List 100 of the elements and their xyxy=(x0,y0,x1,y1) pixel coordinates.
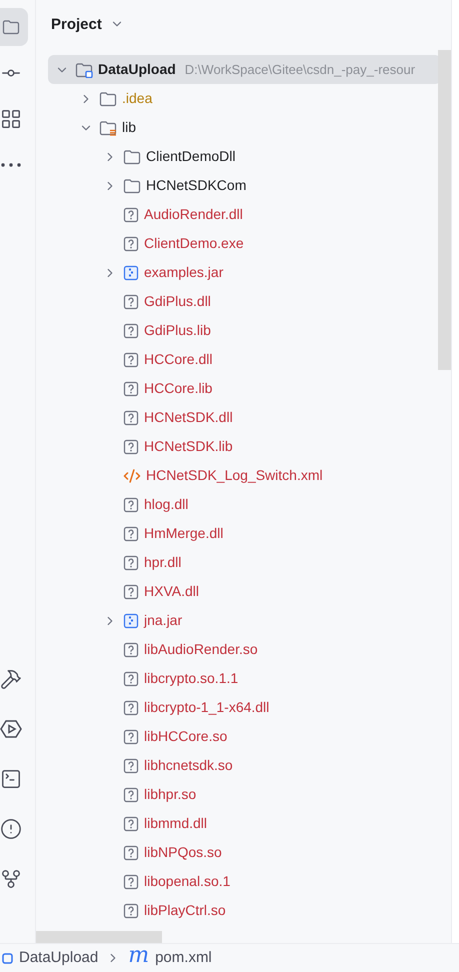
hammer-icon xyxy=(0,668,22,690)
panel-title: Project xyxy=(51,15,102,35)
unknown-file-icon xyxy=(123,526,139,542)
code-icon xyxy=(123,466,141,484)
unknown-file-icon xyxy=(123,236,139,252)
tree-row[interactable]: AudioRender.dll xyxy=(48,200,441,229)
file-name: HXVA.dll xyxy=(144,582,199,601)
folder-icon xyxy=(123,178,141,194)
unknown-file-icon xyxy=(123,816,139,832)
tree-row[interactable]: libhcnetsdk.so xyxy=(48,751,441,780)
tree-row[interactable]: hpr.dll xyxy=(48,548,441,577)
unknown-file-icon xyxy=(123,758,139,774)
folder-icon xyxy=(2,19,20,35)
tree-row[interactable]: .idea xyxy=(48,84,441,113)
tree-row[interactable]: lib xyxy=(48,113,441,142)
terminal-icon xyxy=(0,768,22,790)
tree-row[interactable]: GdiPlus.lib xyxy=(48,316,441,345)
library-folder-icon xyxy=(99,120,117,136)
unknown-file-icon xyxy=(123,410,139,426)
tree-row[interactable]: HCNetSDKCom xyxy=(48,171,441,200)
tree-row[interactable]: ClientDemoDll xyxy=(48,142,441,171)
tool-window-button[interactable] xyxy=(0,8,28,46)
scrollbar-thumb[interactable] xyxy=(438,50,451,370)
file-path: D:\WorkSpace\Gitee\csdn_-pay_-resour xyxy=(184,60,416,79)
unknown-file-icon xyxy=(123,294,139,310)
file-name: GdiPlus.lib xyxy=(144,321,211,340)
unknown-file-icon xyxy=(123,728,139,744)
file-name: ClientDemo.exe xyxy=(144,234,244,253)
archive-icon xyxy=(123,612,139,628)
unknown-file-icon xyxy=(123,844,139,860)
tree-row[interactable]: libAudioRender.so xyxy=(48,635,441,664)
tree-row[interactable]: libcrypto-1_1-x64.dll xyxy=(48,693,441,722)
file-name: HCNetSDK.lib xyxy=(144,437,233,456)
file-name: ClientDemoDll xyxy=(146,147,236,166)
unknown-file-icon xyxy=(123,786,139,802)
tree-row[interactable]: libPlayCtrl.so xyxy=(48,896,441,925)
breadcrumb[interactable]: m pom.xml xyxy=(128,946,212,970)
file-name: libhpr.so xyxy=(144,785,196,804)
tree-row[interactable]: hlog.dll xyxy=(48,490,441,519)
breadcrumb[interactable]: DataUpload xyxy=(2,946,98,970)
file-name: jna.jar xyxy=(144,611,182,630)
file-name: libAudioRender.so xyxy=(144,640,258,659)
scrollbar-thumb[interactable] xyxy=(36,931,162,943)
tree-row[interactable]: HCNetSDK.dll xyxy=(48,403,441,432)
tree-row[interactable]: libhpr.so xyxy=(48,780,441,809)
file-name: HCNetSDK_Log_Switch.xml xyxy=(146,466,323,485)
maven-icon: m xyxy=(128,945,150,967)
unknown-file-icon xyxy=(123,206,139,222)
unknown-file-icon xyxy=(123,352,139,368)
unknown-file-icon xyxy=(123,496,139,512)
unknown-file-icon xyxy=(123,584,139,600)
alert-icon xyxy=(0,818,22,840)
file-name: hlog.dll xyxy=(144,495,188,514)
file-name: HCCore.dll xyxy=(144,350,212,369)
file-name: HCNetSDK.dll xyxy=(144,408,233,427)
tree-row[interactable]: HCCore.lib xyxy=(48,374,441,403)
file-name: libcrypto-1_1-x64.dll xyxy=(144,698,270,717)
tree-row[interactable]: HCCore.dll xyxy=(48,345,441,374)
unknown-file-icon xyxy=(123,438,139,454)
tree-row[interactable]: HCNetSDK_Log_Switch.xml xyxy=(48,461,441,490)
module-icon xyxy=(2,952,13,964)
module-folder-icon xyxy=(75,62,93,78)
file-name: .idea xyxy=(122,89,152,108)
tree-row[interactable]: HCNetSDK.lib xyxy=(48,432,441,461)
file-name: DataUpload xyxy=(98,60,176,79)
file-name: libopenal.so.1 xyxy=(144,872,230,891)
branch-icon xyxy=(0,868,22,890)
folder-icon xyxy=(99,90,117,106)
tree-row[interactable]: ClientDemo.exe xyxy=(48,229,441,258)
tree-row[interactable]: examples.jar xyxy=(48,258,441,287)
tree-row[interactable]: GdiPlus.dll xyxy=(48,287,441,316)
unknown-file-icon xyxy=(123,554,139,570)
file-name: AudioRender.dll xyxy=(144,205,243,224)
grid-icon xyxy=(0,108,22,130)
tree-row[interactable]: libcrypto.so.1.1 xyxy=(48,664,441,693)
file-name: libmmd.dll xyxy=(144,814,208,833)
tree-row[interactable]: libNPQos.so xyxy=(48,838,441,867)
tree-row[interactable]: libopenal.so.1 xyxy=(48,867,441,896)
file-name: examples.jar xyxy=(144,263,224,282)
file-name: HCNetSDKCom xyxy=(146,176,246,195)
file-name: libPlayCtrl.so xyxy=(144,901,226,920)
file-name: GdiPlus.dll xyxy=(144,292,211,311)
file-name: libHCCore.so xyxy=(144,727,228,746)
unknown-file-icon xyxy=(123,902,139,918)
tree-row[interactable]: jna.jar xyxy=(48,606,441,635)
file-name: HCCore.lib xyxy=(144,379,212,398)
unknown-file-icon xyxy=(123,874,139,890)
file-name: HmMerge.dll xyxy=(144,524,224,543)
file-name: libhcnetsdk.so xyxy=(144,756,233,775)
tree-row[interactable]: HXVA.dll xyxy=(48,577,441,606)
tree-row[interactable]: DataUpload D:\WorkSpace\Gitee\csdn_-pay_-resour xyxy=(48,55,441,84)
unknown-file-icon xyxy=(123,700,139,716)
tree-row[interactable]: HmMerge.dll xyxy=(48,519,441,548)
tree-row[interactable]: libmmd.dll xyxy=(48,809,441,838)
tree-row[interactable]: libHCCore.so xyxy=(48,722,441,751)
file-name: lib xyxy=(122,118,136,137)
file-name: libNPQos.so xyxy=(144,843,222,862)
unknown-file-icon xyxy=(123,380,139,396)
archive-icon xyxy=(123,264,139,280)
unknown-file-icon xyxy=(123,670,139,686)
